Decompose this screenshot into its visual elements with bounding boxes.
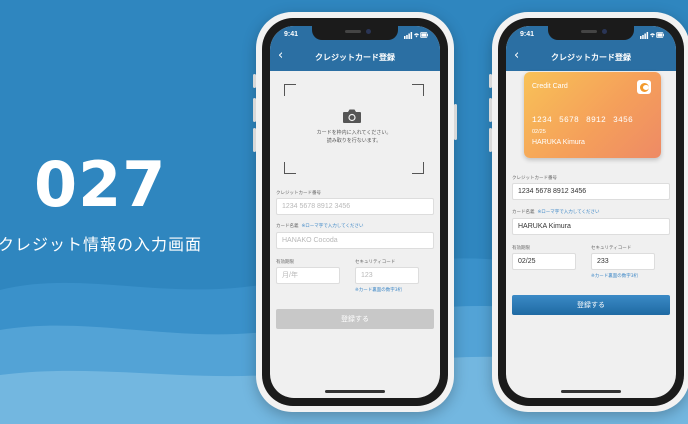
side-button bbox=[253, 74, 256, 88]
credit-card-number: 1234 5678 8912 3456 bbox=[532, 116, 634, 125]
scanner-instructions: カードを枠内に入れてください。 読み取りを行ないます。 bbox=[284, 129, 424, 145]
security-code-input[interactable]: 233 bbox=[591, 253, 655, 270]
card-brand-logo-icon bbox=[637, 80, 651, 94]
security-code-input[interactable]: 123 bbox=[355, 267, 419, 284]
card-name-input[interactable]: HARUKA Kimura bbox=[512, 218, 670, 235]
expiry-label: 有効期限 bbox=[276, 260, 294, 265]
camera-icon[interactable] bbox=[342, 108, 362, 124]
phone-left: 9:41 ‹ クレジットカード登録 カードを枠内に入れてください。 読み取りを行… bbox=[253, 12, 457, 412]
volume-up-button bbox=[489, 98, 492, 122]
card-scanner[interactable]: カードを枠内に入れてください。 読み取りを行ないます。 bbox=[284, 84, 424, 174]
phone-screen: 9:41 ‹ クレジットカード登録 カードを枠内に入れてください。 読み取りを行… bbox=[270, 26, 440, 398]
expiry-label: 有効期限 bbox=[512, 246, 530, 251]
expiry-input[interactable]: 月/年 bbox=[276, 267, 340, 284]
scan-frame-corner bbox=[412, 162, 424, 174]
scanner-text-line2: 読み取りを行ないます。 bbox=[326, 138, 382, 144]
power-button bbox=[454, 104, 457, 140]
scan-frame-corner bbox=[412, 84, 424, 96]
nav-bar: ‹ クレジットカード登録 bbox=[270, 44, 440, 71]
card-name-input[interactable]: HANAKO Cocoda bbox=[276, 232, 434, 249]
expiry-input[interactable]: 02/25 bbox=[512, 253, 576, 270]
register-button[interactable]: 登録する bbox=[512, 295, 670, 315]
scanner-text-line1: カードを枠内に入れてください。 bbox=[316, 130, 392, 136]
status-time: 9:41 bbox=[520, 31, 535, 38]
scan-frame-corner bbox=[284, 162, 296, 174]
hero-number: 027 bbox=[34, 148, 167, 221]
volume-down-button bbox=[253, 128, 256, 152]
volume-down-button bbox=[489, 128, 492, 152]
card-number-label: クレジットカード番号 bbox=[276, 191, 321, 196]
status-icons bbox=[640, 32, 664, 39]
hero-subtitle: クレジット情報の入力画面 bbox=[0, 235, 203, 254]
home-indicator[interactable] bbox=[325, 390, 385, 393]
card-name-note: ※ローマ字で入力してください bbox=[301, 224, 364, 229]
nav-title: クレジットカード登録 bbox=[315, 53, 395, 62]
credit-card-holder: HARUKA Kimura bbox=[532, 139, 585, 146]
card-name-note: ※ローマ字で入力してください bbox=[537, 210, 600, 215]
nav-title: クレジットカード登録 bbox=[551, 53, 631, 62]
card-number-label: クレジットカード番号 bbox=[512, 176, 557, 181]
credit-card-preview: Credit Card 1234 5678 8912 3456 02/25 HA… bbox=[524, 72, 661, 158]
security-code-hint: ※カード裏面の数字3桁 bbox=[591, 274, 639, 279]
phone-notch bbox=[312, 26, 398, 40]
phone-right: 9:41 ‹ クレジットカード登録 Credit Card 1234 5678 … bbox=[489, 12, 688, 412]
home-indicator[interactable] bbox=[561, 390, 621, 393]
status-time: 9:41 bbox=[284, 31, 299, 38]
side-button bbox=[489, 74, 492, 88]
security-code-hint: ※カード裏面の数字3桁 bbox=[355, 288, 403, 293]
card-name-label: カード名義 bbox=[512, 210, 535, 215]
phone-screen: 9:41 ‹ クレジットカード登録 Credit Card 1234 5678 … bbox=[506, 26, 676, 398]
volume-up-button bbox=[253, 98, 256, 122]
status-icons bbox=[404, 32, 428, 39]
card-number-input[interactable]: 1234 5678 8912 3456 bbox=[276, 198, 434, 215]
card-number-input[interactable]: 1234 5678 8912 3456 bbox=[512, 183, 670, 200]
nav-bar: ‹ クレジットカード登録 bbox=[506, 44, 676, 71]
credit-card-expiry: 02/25 bbox=[532, 129, 546, 135]
card-name-label-row: カード名義 ※ローマ字で入力してください bbox=[512, 209, 600, 215]
security-code-label: セキュリティコード bbox=[355, 260, 396, 265]
credit-card-title: Credit Card bbox=[532, 83, 568, 90]
scan-frame-corner bbox=[284, 84, 296, 96]
security-code-label: セキュリティコード bbox=[591, 246, 632, 251]
phone-notch bbox=[548, 26, 634, 40]
card-name-label-row: カード名義 ※ローマ字で入力してください bbox=[276, 223, 364, 229]
card-name-label: カード名義 bbox=[276, 224, 299, 229]
register-button[interactable]: 登録する bbox=[276, 309, 434, 329]
